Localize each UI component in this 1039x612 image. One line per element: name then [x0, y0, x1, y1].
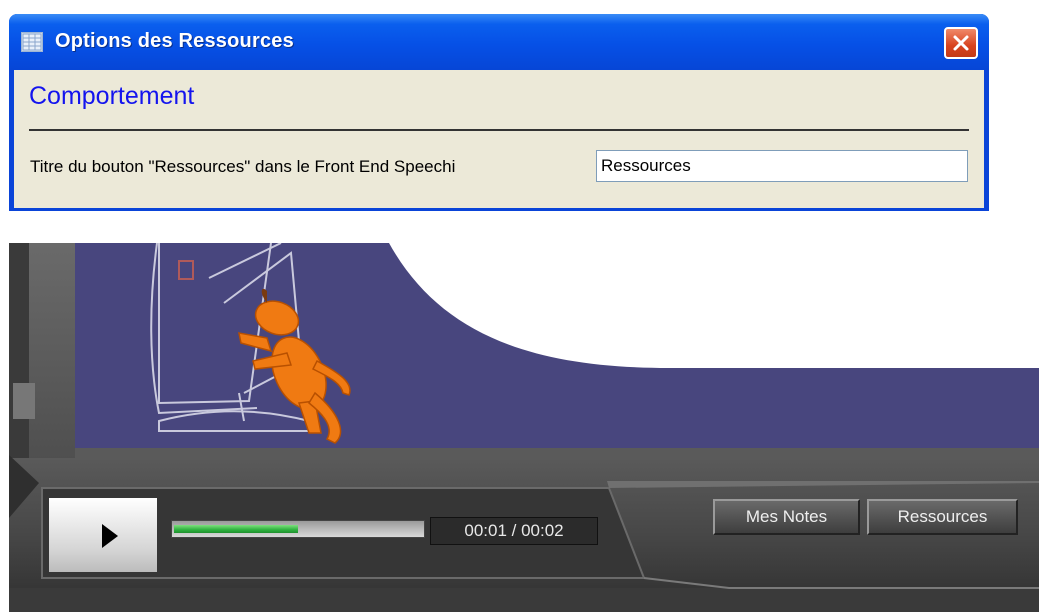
dialog-titlebar[interactable]: Options des Ressources — [9, 14, 989, 70]
play-button[interactable] — [49, 498, 157, 572]
section-title: Comportement — [29, 82, 195, 110]
progress-fill — [174, 525, 298, 533]
close-button[interactable] — [944, 27, 978, 59]
button-title-label: Titre du bouton "Ressources" dans le Fro… — [30, 157, 456, 176]
button-title-input[interactable] — [596, 150, 968, 182]
grid-window-icon — [21, 32, 43, 52]
time-display: 00:01 / 00:02 — [430, 517, 598, 545]
dialog-body: Comportement Titre du bouton "Ressources… — [14, 70, 984, 208]
dialog-title: Options des Ressources — [55, 30, 294, 52]
player-scene — [9, 243, 1039, 612]
play-icon — [102, 524, 118, 548]
resources-button[interactable]: Ressources — [867, 499, 1018, 535]
options-dialog: Options des Ressources Comportement Titr… — [9, 14, 989, 211]
progress-bar[interactable] — [171, 520, 425, 538]
section-divider — [29, 129, 969, 131]
my-notes-button[interactable]: Mes Notes — [713, 499, 860, 535]
media-player: 00:01 / 00:02 Mes Notes Ressources — [9, 243, 1039, 612]
close-icon — [953, 35, 969, 51]
